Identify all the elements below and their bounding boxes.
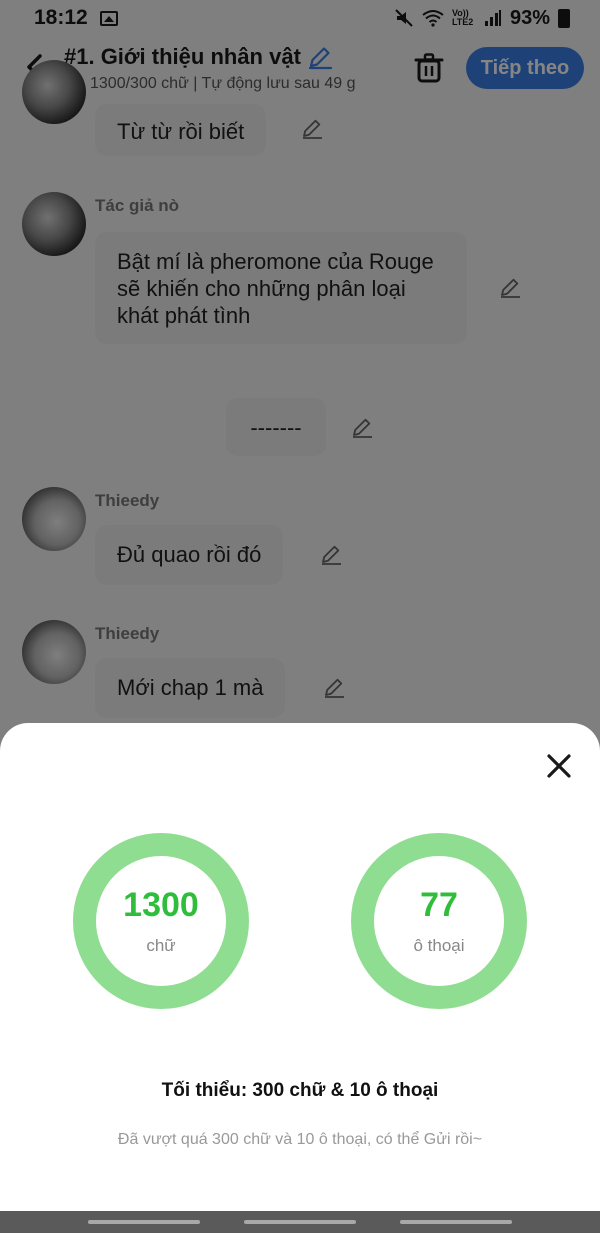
word-count-sheet: 1300 chữ 77 ô thoại Tối thiểu: 300 chữ &… — [0, 723, 600, 1211]
submit-hint-text: Đã vượt quá 300 chữ và 10 ô thoại, có th… — [117, 1131, 483, 1148]
words-label: chữ — [146, 936, 176, 955]
minimum-requirement-text: Tối thiểu: 300 chữ & 10 ô thoại — [161, 1080, 439, 1101]
words-progress-ring: 1300 chữ — [73, 833, 249, 1009]
words-count: 1300 — [123, 886, 199, 924]
system-nav-bar — [0, 1211, 600, 1233]
close-icon — [547, 754, 571, 778]
dialogues-label: ô thoại — [413, 936, 465, 955]
dialogues-count: 77 — [420, 886, 458, 924]
nav-home-handle[interactable] — [244, 1220, 356, 1224]
dialogues-progress-ring: 77 ô thoại — [351, 833, 527, 1009]
nav-back-handle[interactable] — [400, 1220, 512, 1224]
nav-recents-handle[interactable] — [88, 1220, 200, 1224]
close-button[interactable] — [540, 747, 578, 785]
